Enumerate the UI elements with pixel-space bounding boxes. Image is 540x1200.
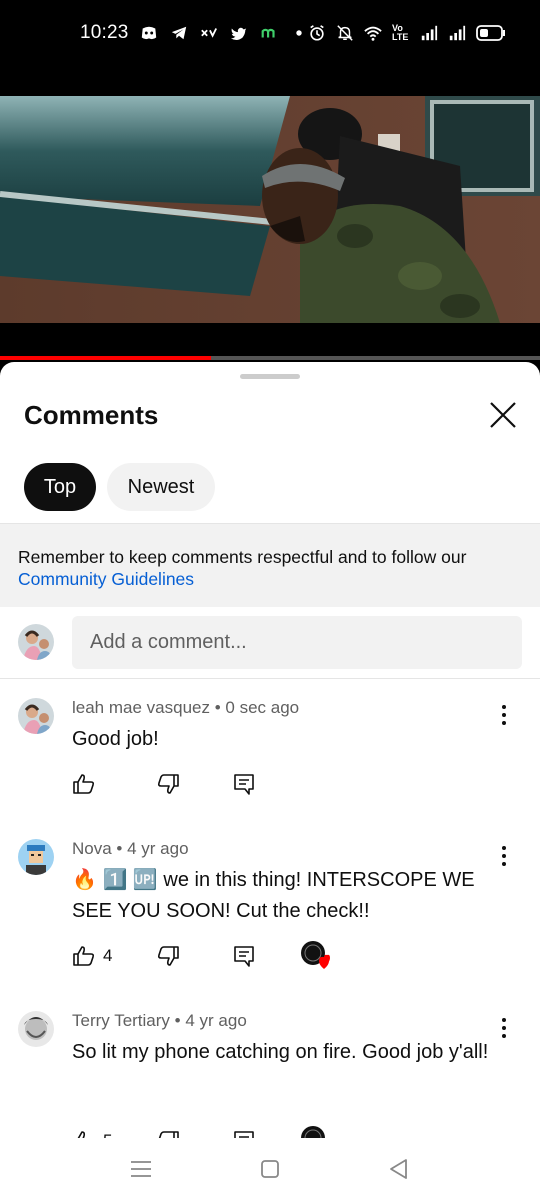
reply-button[interactable] xyxy=(232,1129,256,1138)
more-options-icon[interactable] xyxy=(496,1017,512,1039)
comments-sheet: Comments Top Newest Remember to keep com… xyxy=(0,362,540,1138)
system-nav-bar xyxy=(0,1138,540,1200)
volte-icon: Vo LTE xyxy=(392,23,409,42)
status-bar: 10:23 Vo LTE xyxy=(0,0,540,68)
comment-time: 0 sec ago xyxy=(225,698,300,717)
add-comment-row: Add a comment... xyxy=(0,607,540,679)
comment-text: 🔥 1️⃣ 🆙 we in this thing! INTERSCOPE WE … xyxy=(72,865,502,927)
comment-time: 4 yr ago xyxy=(127,839,189,858)
reply-icon xyxy=(234,946,254,967)
meta-separator: • xyxy=(214,698,221,717)
chip-top[interactable]: Top xyxy=(24,463,96,511)
telegram-icon xyxy=(171,26,187,40)
drag-handle[interactable] xyxy=(240,374,300,379)
avatar[interactable] xyxy=(18,1011,54,1047)
wifi-icon xyxy=(364,26,382,41)
dislike-button[interactable] xyxy=(156,944,180,968)
discord-icon xyxy=(141,26,157,40)
dislike-button[interactable] xyxy=(156,772,180,796)
thumbs-up-icon xyxy=(73,946,95,966)
like-button[interactable]: 5 xyxy=(72,1129,112,1138)
like-count: 4 xyxy=(103,946,113,965)
meta-separator: • xyxy=(174,1011,181,1030)
more-options-icon[interactable] xyxy=(496,845,512,867)
comments-title: Comments xyxy=(24,400,159,430)
video-player[interactable] xyxy=(0,68,540,360)
like-button[interactable]: 4 xyxy=(72,944,112,968)
comment-meta: Terry Tertiary • 4 yr ago xyxy=(72,1011,247,1031)
menu-icon[interactable] xyxy=(128,1156,154,1182)
thumbs-up-icon xyxy=(73,774,95,794)
close-icon[interactable] xyxy=(488,400,518,430)
meta-separator: • xyxy=(116,839,123,858)
notice-text: Remember to keep comments respectful and… xyxy=(18,547,467,567)
comment-author[interactable]: leah mae vasquez xyxy=(72,698,210,717)
comment-emoji: 🔥 1️⃣ 🆙 xyxy=(72,869,158,891)
creator-heart-icon xyxy=(301,1126,325,1138)
chip-newest[interactable]: Newest xyxy=(107,463,215,511)
like-button[interactable] xyxy=(72,772,96,796)
reply-icon xyxy=(234,774,254,795)
status-time: 10:23 xyxy=(80,22,129,43)
signal-icon xyxy=(421,25,438,41)
video-frame[interactable] xyxy=(0,96,540,323)
comment-author[interactable]: Nova xyxy=(72,839,112,858)
avatar[interactable] xyxy=(18,698,54,734)
signal-icon xyxy=(449,25,466,41)
more-options-icon[interactable] xyxy=(496,704,512,726)
reply-button[interactable] xyxy=(232,772,256,796)
alarm-icon xyxy=(310,25,324,41)
mute-icon xyxy=(337,25,353,41)
community-notice: Remember to keep comments respectful and… xyxy=(0,523,540,607)
thumbs-up-icon xyxy=(77,1131,86,1138)
xv-icon xyxy=(201,28,218,38)
thumbs-down-icon xyxy=(158,1131,179,1138)
notification-icons xyxy=(140,24,308,42)
reply-button[interactable] xyxy=(232,944,256,968)
comment-time: 4 yr ago xyxy=(185,1011,247,1030)
system-icons: Vo LTE xyxy=(308,24,506,42)
video-progress-bar[interactable] xyxy=(0,356,540,360)
back-icon[interactable] xyxy=(386,1156,412,1182)
add-comment-input[interactable]: Add a comment... xyxy=(72,616,522,669)
video-progress-fill xyxy=(0,356,211,360)
reply-icon xyxy=(234,1131,254,1138)
m-icon xyxy=(261,28,275,38)
comment-author[interactable]: Terry Tertiary xyxy=(72,1011,170,1030)
like-count: 5 xyxy=(103,1131,112,1138)
comment-meta: Nova • 4 yr ago xyxy=(72,839,189,859)
comment-text: Good job! xyxy=(72,728,159,750)
twitter-icon xyxy=(230,27,247,40)
dislike-button[interactable] xyxy=(156,1129,180,1138)
thumbs-down-icon xyxy=(157,774,179,794)
creator-heart-icon xyxy=(301,941,330,969)
dot-icon xyxy=(296,30,302,36)
comment-text: So lit my phone catching on fire. Good j… xyxy=(72,1041,489,1063)
thumbs-down-icon xyxy=(157,946,179,966)
community-guidelines-link[interactable]: Community Guidelines xyxy=(18,568,522,590)
avatar xyxy=(18,624,54,660)
battery-icon xyxy=(476,25,505,41)
avatar[interactable] xyxy=(18,839,54,875)
home-icon[interactable] xyxy=(257,1156,283,1182)
comment-meta: leah mae vasquez • 0 sec ago xyxy=(72,698,299,718)
